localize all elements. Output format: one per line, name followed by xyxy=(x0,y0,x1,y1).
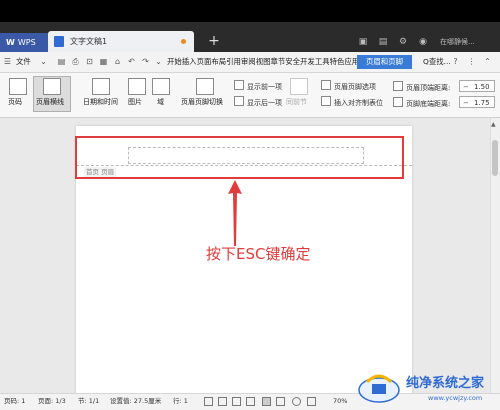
focus-mode-icon[interactable] xyxy=(232,397,241,406)
footer-bottom-input[interactable]: −1.75 xyxy=(459,96,495,108)
footer-distance-icon xyxy=(393,97,403,107)
reading-view-icon[interactable] xyxy=(307,397,316,406)
doc-check-icon[interactable] xyxy=(218,397,227,406)
field-icon[interactable] xyxy=(152,78,170,95)
header-top-text: 页眉顶端距离: xyxy=(406,84,451,92)
chevron-down-icon[interactable]: ⌄ xyxy=(38,56,49,67)
minus-icon[interactable]: − xyxy=(463,97,469,109)
layout-icon[interactable]: ▣ xyxy=(356,36,370,48)
page-number-button[interactable]: 页码 xyxy=(8,97,22,107)
field-button[interactable]: 域 xyxy=(157,97,164,107)
new-tab-button[interactable]: + xyxy=(205,31,223,51)
header-line-icon xyxy=(43,78,61,95)
menu-icon[interactable]: ☰ xyxy=(2,56,13,67)
web-view-icon[interactable] xyxy=(292,397,301,406)
pen-icon[interactable] xyxy=(246,397,255,406)
header-top-label: 页眉顶端距离: xyxy=(393,81,450,93)
top-strip xyxy=(0,0,500,22)
brand-logo-icon xyxy=(358,374,400,403)
show-prev-button[interactable]: 显示前一项 xyxy=(234,80,282,92)
outline-view-icon[interactable] xyxy=(276,397,285,406)
quick-access-chevron-icon[interactable]: ⌄ xyxy=(153,56,164,67)
picture-icon[interactable] xyxy=(128,78,146,95)
print-icon[interactable]: ⎙ xyxy=(70,56,81,67)
collapse-ribbon-icon[interactable]: ⌃ xyxy=(482,56,493,67)
footer-bottom-value: 1.75 xyxy=(474,99,490,107)
annotation-text: 按下ESC键确定 xyxy=(206,245,311,263)
status-page-number: 页码: 1 xyxy=(4,397,26,405)
page-number-icon[interactable] xyxy=(9,78,27,95)
annotation-arrow-icon xyxy=(228,180,242,246)
format-brush-icon[interactable]: ⌂ xyxy=(112,56,123,67)
document-icon xyxy=(54,36,64,47)
prev-icon xyxy=(234,80,244,90)
user-icon[interactable]: ◉ xyxy=(416,36,430,48)
skin-icon[interactable]: ▤ xyxy=(376,36,390,48)
header-distance-icon xyxy=(393,81,403,91)
header-top-value: 1.50 xyxy=(474,83,490,91)
tab-document[interactable]: 文字文稿1 xyxy=(48,31,194,52)
settings-icon[interactable]: ⚙ xyxy=(396,36,410,48)
picture-button[interactable]: 图片 xyxy=(128,97,142,107)
hf-options-button[interactable]: 页眉页脚选项 xyxy=(321,80,376,92)
tab-document-label: 文字文稿1 xyxy=(70,37,108,46)
hf-options-label: 页眉页脚选项 xyxy=(334,83,376,91)
show-next-label: 显示后一项 xyxy=(247,99,282,107)
header-top-input[interactable]: −1.50 xyxy=(459,80,495,92)
show-next-button[interactable]: 显示后一项 xyxy=(234,96,282,108)
menu-file[interactable]: 文件 xyxy=(16,52,31,72)
page-view-icon[interactable] xyxy=(262,397,271,406)
login-text[interactable]: 在哪静候... xyxy=(440,36,475,48)
menu-tab-header-footer[interactable]: 页眉和页脚 xyxy=(357,55,412,69)
align-tab-button[interactable]: 插入对齐制表位 xyxy=(321,96,383,108)
show-prev-label: 显示前一项 xyxy=(247,83,282,91)
same-prev-icon xyxy=(290,78,308,95)
spell-check-icon[interactable] xyxy=(204,397,213,406)
switch-icon[interactable] xyxy=(196,78,214,95)
footer-bottom-text: 页脚底端距离: xyxy=(406,100,451,108)
print-preview-icon[interactable]: ⊡ xyxy=(84,56,95,67)
options-icon xyxy=(321,80,331,90)
scroll-up-icon[interactable]: ▲ xyxy=(491,121,496,128)
save-icon[interactable]: ▤ xyxy=(56,56,67,67)
find-button[interactable]: Q查找... xyxy=(423,52,451,72)
export-pdf-icon[interactable]: ▦ xyxy=(98,56,109,67)
align-tab-label: 插入对齐制表位 xyxy=(334,99,383,107)
wps-logo-icon: W xyxy=(6,38,15,47)
undo-icon[interactable]: ↶ xyxy=(126,56,137,67)
redo-icon[interactable]: ↷ xyxy=(140,56,151,67)
calendar-icon[interactable] xyxy=(92,78,110,95)
menu-tabs[interactable]: 开始插入页面布局引用审阅视图章节安全开发工具特色应用 xyxy=(167,52,359,72)
status-section: 节: 1/1 xyxy=(78,397,100,405)
header-line-label: 页眉横线 xyxy=(36,98,64,106)
scrollbar-thumb[interactable] xyxy=(492,140,498,176)
datetime-button[interactable]: 日期和时间 xyxy=(83,97,118,107)
more-icon[interactable]: ⋮ xyxy=(466,56,477,67)
zoom-level[interactable]: 70% xyxy=(333,394,347,409)
minus-icon[interactable]: − xyxy=(463,81,469,93)
tab-wps[interactable]: W WPS xyxy=(0,33,48,52)
tab-stop-icon xyxy=(321,96,331,106)
footer-bottom-label: 页脚底端距离: xyxy=(393,97,450,109)
status-position: 设置值: 27.5厘米 xyxy=(110,397,162,405)
status-pages[interactable]: 页面: 1/3 xyxy=(38,394,66,409)
status-line: 行: 1 xyxy=(173,397,188,405)
switch-button[interactable]: 页眉页脚切换 xyxy=(181,97,223,107)
brand-text: 纯净系统之家 xyxy=(406,376,485,391)
next-icon xyxy=(234,96,244,106)
screen: W WPS 文字文稿1 + ▣ ▤ ⚙ ◉ 在哪静候... ☰ 文件 ⌄ ▤ ⎙ … xyxy=(0,0,500,410)
tab-wps-label: WPS xyxy=(17,38,36,47)
same-prev-button[interactable]: 同前节 xyxy=(286,97,307,107)
unsaved-dot-icon xyxy=(181,39,186,44)
help-icon[interactable]: ? xyxy=(450,56,461,67)
brand-url: www.ycwjzy.com xyxy=(428,394,483,402)
annotation-highlight-box xyxy=(75,136,404,179)
